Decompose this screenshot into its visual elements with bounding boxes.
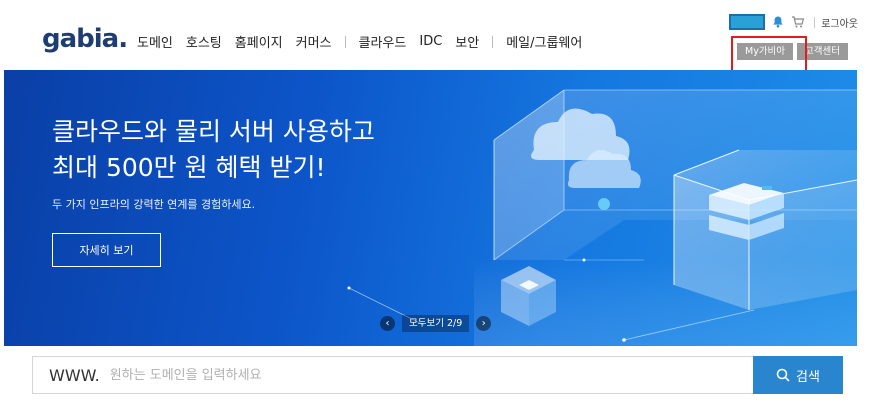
promo-banner: 클라우드와 물리 서버 사용하고 최대 500만 원 혜택 받기! 두 가지 인… — [4, 70, 857, 346]
nav-item-mail-groupware[interactable]: 메일/그룹웨어 — [506, 32, 582, 51]
banner-headline: 클라우드와 물리 서버 사용하고 최대 500만 원 혜택 받기! — [52, 114, 375, 186]
view-all-button[interactable]: 모두보기 2/9 — [402, 315, 470, 332]
nav-divider — [492, 35, 494, 48]
notification-icon[interactable] — [770, 14, 786, 30]
search-button[interactable]: 검색 — [753, 356, 843, 394]
user-name-box[interactable] — [729, 14, 766, 30]
banner-headline-line2: 최대 500만 원 혜택 받기! — [52, 153, 326, 182]
banner-description: 두 가지 인프라의 강력한 연계를 경험하세요. — [52, 198, 256, 211]
search-button-label: 검색 — [796, 369, 820, 385]
view-details-button[interactable]: 자세히 보기 — [52, 233, 161, 267]
nav-item-commerce[interactable]: 커머스 — [296, 32, 332, 51]
nav-item-security[interactable]: 보안 — [455, 32, 479, 51]
nav-item-homepage[interactable]: 홈페이지 — [235, 32, 283, 51]
banner-pager: ‹ 모두보기 2/9 › — [380, 315, 492, 332]
www-prefix: WWW. — [49, 365, 100, 385]
nav-item-domain[interactable]: 도메인 — [137, 32, 173, 51]
nav-item-idc[interactable]: IDC — [419, 34, 442, 49]
domain-search-bar: WWW. 검색 — [32, 356, 843, 394]
nav-divider — [344, 35, 346, 48]
cart-icon[interactable] — [790, 14, 806, 30]
domain-search-input[interactable] — [109, 357, 753, 393]
gabia-logo[interactable]: gabia. — [42, 24, 128, 54]
main-nav: 도메인 호스팅 홈페이지 커머스 클라우드 IDC 보안 메일/그룹웨어 — [137, 32, 595, 51]
util-divider — [814, 16, 816, 28]
chevron-right-icon[interactable]: › — [476, 316, 492, 331]
nav-item-hosting[interactable]: 호스팅 — [186, 32, 222, 51]
logout-link[interactable]: 로그아웃 — [821, 15, 858, 30]
nav-item-cloud[interactable]: 클라우드 — [359, 32, 407, 51]
chevron-left-icon[interactable]: ‹ — [380, 316, 395, 331]
search-icon — [776, 368, 790, 382]
banner-headline-line1: 클라우드와 물리 서버 사용하고 — [52, 117, 375, 146]
header: gabia. 도메인 호스팅 홈페이지 커머스 클라우드 IDC 보안 메일/그… — [0, 0, 872, 73]
utility-bar: 로그아웃 — [729, 14, 858, 30]
red-highlight-box — [731, 36, 807, 73]
